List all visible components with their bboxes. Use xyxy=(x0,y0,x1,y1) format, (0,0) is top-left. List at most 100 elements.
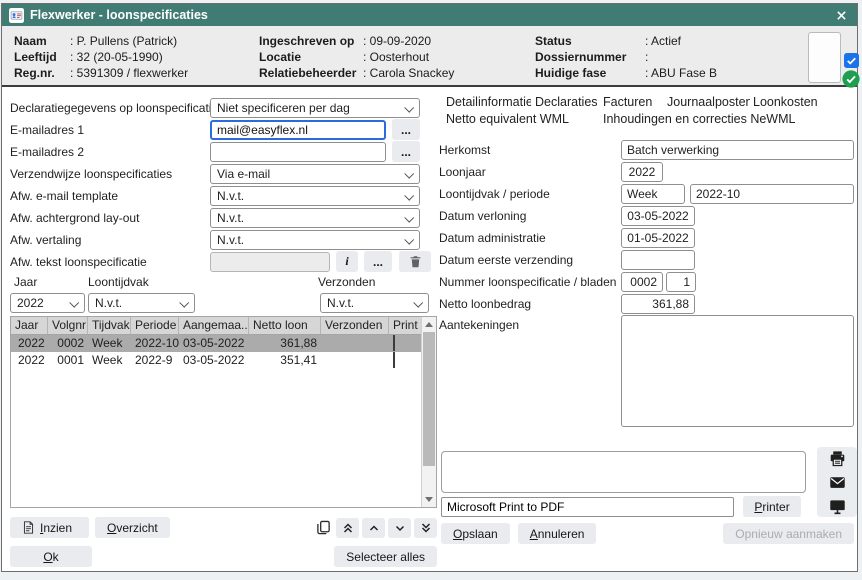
opnieuw-aanmaken-button[interactable]: Opnieuw aanmaken xyxy=(723,523,854,544)
printer-name-input[interactable] xyxy=(441,497,734,517)
chevron-down-icon xyxy=(179,297,189,307)
nummer-value: 0002 xyxy=(621,272,663,292)
move-bottom-button[interactable] xyxy=(414,518,437,538)
print-checkbox[interactable] xyxy=(393,335,395,351)
tab-facturen[interactable]: Facturen xyxy=(603,95,661,109)
leeftijd-label: Leeftijd xyxy=(14,49,70,65)
col-jaar: Jaar xyxy=(11,317,48,335)
aantekeningen-label: Aantekeningen xyxy=(439,315,621,332)
scroll-up-icon[interactable] xyxy=(422,317,436,332)
photo-placeholder xyxy=(808,32,841,83)
col-netto-loon: Netto loon xyxy=(249,317,321,335)
move-up-button[interactable] xyxy=(362,518,385,538)
window-titlebar: Flexwerker - loonspecificaties xyxy=(2,4,857,26)
loonjaar-value: 2022 xyxy=(621,162,663,182)
ok-button[interactable]: Ok xyxy=(10,546,92,567)
achtergrond-layout-select[interactable]: N.v.t. xyxy=(210,208,420,228)
emailadres1-input[interactable] xyxy=(210,120,386,140)
table-scrollbar[interactable] xyxy=(421,317,436,507)
inzien-button[interactable]: Inzien xyxy=(10,517,89,538)
table-row[interactable]: 2022 0001 Week 2022-9 03-05-2022 351,41 xyxy=(11,352,436,369)
delete-button[interactable] xyxy=(399,251,431,272)
status-label: Status xyxy=(535,33,645,49)
relatiebeheerder-label: Relatiebeheerder xyxy=(259,65,363,81)
col-aangemaakt: Aangemaa... xyxy=(179,317,249,335)
locatie-label: Locatie xyxy=(259,49,363,65)
opslaan-button[interactable]: Opslaan xyxy=(441,523,510,544)
loonspecificaties-table: Jaar Volgnr Tijdvak Periode Aangemaa... … xyxy=(10,316,437,508)
dossiernummer-value: : xyxy=(645,49,648,65)
vertaling-label: Afw. vertaling xyxy=(10,233,210,247)
vertaling-select[interactable]: N.v.t. xyxy=(210,230,420,250)
filter-jaar-select[interactable]: 2022 xyxy=(10,293,85,313)
chevron-down-icon xyxy=(69,297,79,307)
email-template-select[interactable]: N.v.t. xyxy=(210,186,420,206)
emailadres1-ellipsis-button[interactable]: ... xyxy=(392,119,420,140)
overzicht-button[interactable]: Overzicht xyxy=(95,517,170,538)
leeftijd-value: : 32 (20-05-1990) xyxy=(70,49,163,65)
huidige-fase-label: Huidige fase xyxy=(535,65,645,81)
relatiebeheerder-value: : Carola Snackey xyxy=(363,65,454,81)
table-row[interactable]: 2022 0002 Week 2022-10 03-05-2022 361,88 xyxy=(11,335,436,352)
datum-administratie-value: 01-05-2022 xyxy=(621,228,695,248)
screen-background: { "window": { "title": "Flexwerker - loo… xyxy=(0,0,862,580)
regnr-value: : 5391309 / flexwerker xyxy=(70,65,188,81)
double-chevron-down-icon xyxy=(420,522,432,534)
emailadres2-input[interactable] xyxy=(210,142,386,162)
naam-label: Naam xyxy=(14,33,70,49)
tab-inhoudingen-correcties[interactable]: Inhoudingen en correcties NeWML xyxy=(603,112,851,126)
tab-journaalposten[interactable]: Journaalposten xyxy=(667,95,750,109)
chevron-up-icon xyxy=(368,522,380,534)
filter-verzonden-label: Verzonden xyxy=(318,275,375,290)
copy-pages-icon[interactable] xyxy=(313,518,333,538)
move-top-button[interactable] xyxy=(336,518,359,538)
tab-loonkosten[interactable]: Loonkosten xyxy=(753,95,825,109)
contact-card-icon xyxy=(9,8,24,23)
tab-detailinformatie[interactable]: Detailinformatie xyxy=(446,95,531,109)
achtergrond-layout-label: Afw. achtergrond lay-out xyxy=(10,211,210,225)
emailadres2-ellipsis-button[interactable]: ... xyxy=(392,141,420,162)
filter-verzonden-select[interactable]: N.v.t. xyxy=(320,293,429,313)
flexwerker-window: Flexwerker - loonspecificaties Naam: P. … xyxy=(1,3,858,572)
chevron-down-icon xyxy=(404,234,414,244)
annuleren-button[interactable]: Annuleren xyxy=(518,523,597,544)
aantekeningen-textarea[interactable] xyxy=(621,315,854,427)
close-icon[interactable] xyxy=(832,6,850,24)
netto-loonbedrag-value: 361,88 xyxy=(621,294,695,314)
tab-declaraties[interactable]: Declaraties xyxy=(535,95,599,109)
verzendwijze-select[interactable]: Via e-mail xyxy=(210,164,420,184)
move-down-button[interactable] xyxy=(388,518,411,538)
col-periode: Periode xyxy=(131,317,179,335)
filter-loontijdvak-select[interactable]: N.v.t. xyxy=(88,293,195,313)
tekst-ellipsis-button[interactable]: ... xyxy=(364,251,392,272)
datum-verloning-value: 03-05-2022 xyxy=(621,206,695,226)
envelope-icon[interactable] xyxy=(826,472,848,492)
printer-icon[interactable] xyxy=(826,448,848,468)
declaratiegegevens-label: Declaratiegegevens op loonspecificatie xyxy=(10,101,210,115)
selecteer-alles-button[interactable]: Selecteer alles xyxy=(334,546,437,567)
huidige-fase-value: : ABU Fase B xyxy=(645,65,717,81)
scrollbar-thumb[interactable] xyxy=(423,332,435,466)
loonspecificatie-settings-panel: Declaratiegegevens op loonspecificatie N… xyxy=(10,89,438,567)
email-template-label: Afw. e-mail template xyxy=(10,189,210,203)
datum-eerste-verzending-value xyxy=(621,250,695,270)
datum-verloning-label: Datum verloning xyxy=(439,209,621,223)
print-checkbox[interactable] xyxy=(393,352,395,368)
info-button[interactable]: i xyxy=(336,251,358,272)
col-verzonden: Verzonden xyxy=(321,317,389,335)
checked-checkbox-icon[interactable] xyxy=(844,53,859,68)
tab-netto-equivalent-wml[interactable]: Netto equivalent WML xyxy=(446,112,599,126)
tekst-loonspecificatie-label: Afw. tekst loonspecificatie xyxy=(10,255,210,269)
printer-button[interactable]: Printer xyxy=(743,496,801,517)
chevron-down-icon xyxy=(404,168,414,178)
status-ok-badge-icon xyxy=(842,70,860,88)
col-volgnr: Volgnr xyxy=(48,317,88,335)
declaratiegegevens-select[interactable]: Niet specificeren per dag xyxy=(210,98,420,118)
bladen-value: 1 xyxy=(666,272,696,292)
herkomst-value: Batch verwerking xyxy=(621,140,854,160)
flexwerker-header: Naam: P. Pullens (Patrick) Leeftijd: 32 … xyxy=(2,26,857,87)
table-header-row: Jaar Volgnr Tijdvak Periode Aangemaa... … xyxy=(11,317,436,335)
document-icon xyxy=(22,521,35,534)
dossiernummer-label: Dossiernummer xyxy=(535,49,645,65)
scroll-down-icon[interactable] xyxy=(422,492,436,507)
